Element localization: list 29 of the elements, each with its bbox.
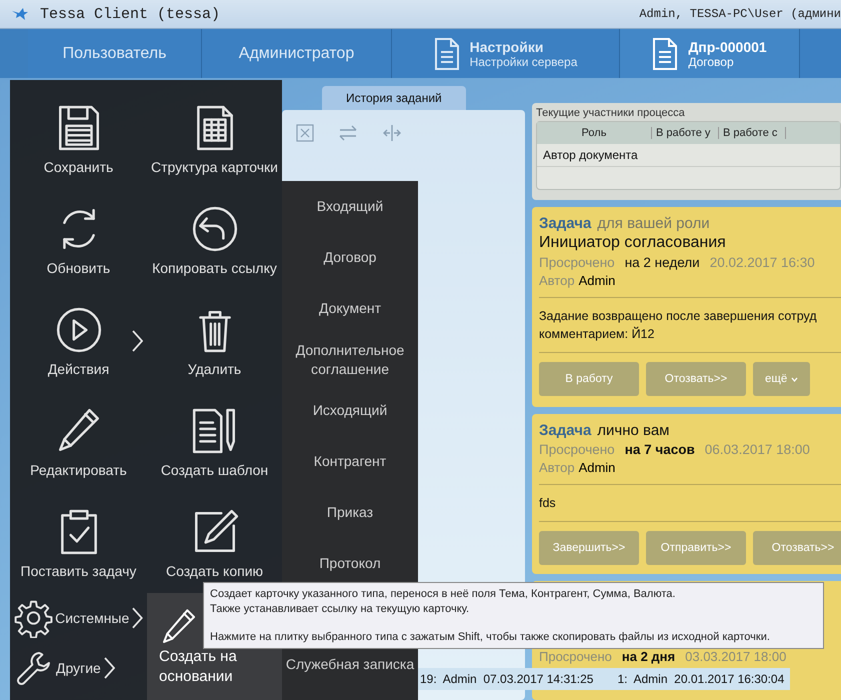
due-date: 20.02.2017 16:30 [710, 255, 815, 270]
task-scope: лично вам [597, 422, 670, 439]
due-date: 03.03.2017 18:00 [685, 649, 786, 664]
task-comment: Задание возвращено после завершения сотруд комментарием: Й12 [539, 308, 818, 344]
due-date: 06.03.2017 18:00 [704, 442, 810, 457]
author-label: Автор [539, 460, 575, 475]
overdue-label: Просрочено [539, 442, 615, 457]
user-label: Admin, TESSA-PC\User (админи [639, 7, 841, 21]
task-scope: для вашей роли [597, 215, 710, 232]
panel-title: Текущие участники процесса [536, 107, 686, 119]
overdue-label: Просрочено [539, 255, 615, 270]
tooltip-text: Также устанавливает ссылку на текущую карточку. [210, 603, 470, 615]
status-text: 19: Admin 07.03.2017 14:31:25 [420, 672, 594, 686]
author-name: Admin [578, 273, 616, 288]
task-label: Задача [539, 215, 592, 232]
window-title: Tessa Client (tessa) [40, 6, 220, 22]
task-label: Задача [539, 422, 592, 439]
task-comment: fds [539, 495, 557, 512]
table-cell: Автор документа [537, 144, 840, 167]
task-name: Инициатор согласования [539, 234, 727, 252]
status-text: 1: Admin 20.01.2017 16:30:04 [617, 672, 784, 686]
overdue-value: на 2 недели [624, 255, 700, 270]
overdue-label: Просрочено [539, 649, 612, 664]
tooltip-text: Создает карточку указанного типа, перенося в неё поля Тема, Контрагент, Сумма, Валюта. [210, 588, 676, 600]
overdue-value: на 7 часов [624, 442, 695, 457]
author-label: Автор [539, 273, 575, 288]
overdue-value: на 2 дня [622, 649, 676, 664]
author-name: Admin [578, 460, 616, 475]
tooltip-text: Нажмите на плитку выбранного типа с зажатым Shift, чтобы также скопировать файлы из исходной карточки. [210, 631, 771, 643]
